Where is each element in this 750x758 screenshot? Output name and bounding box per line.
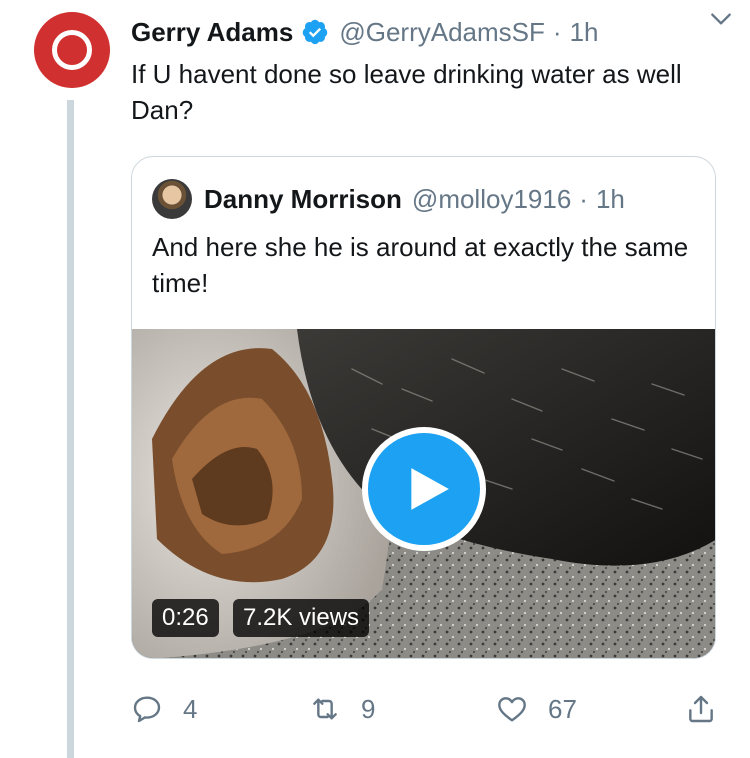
verified-badge-icon [303, 19, 328, 45]
thread-line [67, 100, 74, 758]
retweet-icon [313, 698, 337, 720]
tweet-actions: 4 9 67 [131, 688, 721, 730]
quoted-tweet-text: And here she he is around at exactly the… [152, 232, 689, 298]
reply-count: 4 [183, 693, 198, 724]
quoted-tweet-card[interactable]: Danny Morrison @molloy1916 · 1h And here… [131, 156, 716, 659]
play-icon [411, 468, 449, 510]
quoted-author-avatar [152, 179, 192, 219]
separator-dot: · [552, 16, 562, 47]
tweet-time[interactable]: 1h [570, 17, 599, 48]
quoted-author-handle: @molloy1916 [411, 183, 572, 214]
author-name[interactable]: Gerry Adams [131, 17, 293, 48]
like-count: 67 [548, 693, 577, 724]
share-icon [689, 695, 713, 723]
heart-icon [498, 697, 526, 722]
tweet-text: If U havent done so leave drinking water… [131, 59, 682, 125]
video-views-badge: 7.2K views [233, 599, 370, 637]
reply-icon [133, 696, 161, 723]
retweet-button[interactable]: 9 [309, 688, 375, 730]
quoted-author-name: Danny Morrison [204, 183, 402, 214]
avatar-logo [52, 30, 92, 70]
video-duration-badge: 0:26 [152, 599, 219, 637]
chevron-down-icon[interactable] [708, 6, 734, 32]
retweet-count: 9 [361, 693, 376, 724]
reply-button[interactable]: 4 [131, 688, 197, 730]
share-button[interactable] [685, 688, 717, 730]
author-avatar[interactable] [34, 12, 110, 88]
like-button[interactable]: 67 [496, 688, 577, 730]
separator-dot: · [579, 183, 588, 214]
video-player[interactable]: 0:26 7.2K views [132, 329, 715, 658]
quoted-tweet-header: Danny Morrison @molloy1916 · 1h [152, 179, 625, 219]
quoted-tweet-time: 1h [595, 183, 625, 214]
tweet-header: Gerry Adams @GerryAdamsSF · 1h [131, 14, 730, 50]
author-handle[interactable]: @GerryAdamsSF [339, 17, 545, 48]
play-button[interactable] [362, 427, 486, 551]
